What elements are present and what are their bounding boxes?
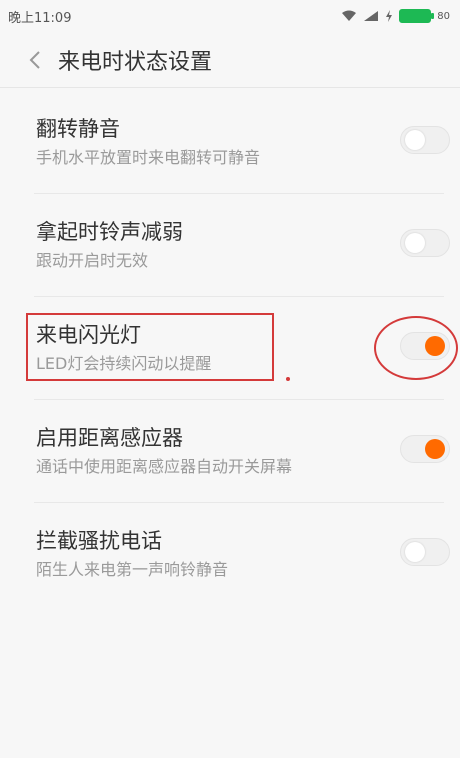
- battery-level: 80: [437, 10, 450, 22]
- signal-icon: [364, 11, 379, 21]
- proximity-sensor-toggle[interactable]: [400, 435, 450, 463]
- setting-title: 启用距离感应器: [36, 426, 183, 450]
- back-button[interactable]: [22, 47, 48, 73]
- setting-title: 翻转静音: [36, 117, 120, 141]
- status-bar: 晚上11:09 80: [0, 0, 460, 32]
- setting-row-pickup-quieter[interactable]: 拿起时铃声减弱 跟动开启时无效: [0, 193, 460, 296]
- setting-subtitle: 陌生人来电第一声响铃静音: [36, 560, 229, 579]
- setting-row-block-spam[interactable]: 拦截骚扰电话 陌生人来电第一声响铃静音: [0, 502, 460, 605]
- toggle-knob: [425, 439, 445, 459]
- charging-icon: [386, 10, 393, 22]
- pickup-quieter-toggle[interactable]: [400, 229, 450, 257]
- block-spam-toggle[interactable]: [400, 538, 450, 566]
- annotation-circle: [374, 316, 458, 380]
- status-icons: 80: [341, 9, 450, 23]
- status-time: 晚上11:09: [8, 10, 72, 26]
- setting-row-flip-mute[interactable]: 翻转静音 手机水平放置时来电翻转可静音: [0, 90, 460, 193]
- toggle-knob: [405, 130, 425, 150]
- setting-subtitle: 通话中使用距离感应器自动开关屏幕: [36, 457, 293, 476]
- setting-title: 拿起时铃声减弱: [36, 220, 183, 244]
- flip-mute-toggle[interactable]: [400, 126, 450, 154]
- toggle-knob: [405, 542, 425, 562]
- annotation-dot: [286, 377, 290, 381]
- page-title: 来电时状态设置: [58, 49, 213, 75]
- setting-row-proximity-sensor[interactable]: 启用距离感应器 通话中使用距离感应器自动开关屏幕: [0, 399, 460, 502]
- setting-title: 拦截骚扰电话: [36, 529, 162, 553]
- setting-subtitle: 手机水平放置时来电翻转可静音: [36, 148, 261, 167]
- annotation-rectangle: [26, 313, 274, 381]
- toggle-knob: [405, 233, 425, 253]
- setting-subtitle: 跟动开启时无效: [36, 251, 149, 270]
- chevron-left-icon: [29, 50, 40, 69]
- wifi-icon: [342, 10, 357, 21]
- battery-icon: [399, 9, 435, 23]
- title-bar: 来电时状态设置: [0, 32, 460, 88]
